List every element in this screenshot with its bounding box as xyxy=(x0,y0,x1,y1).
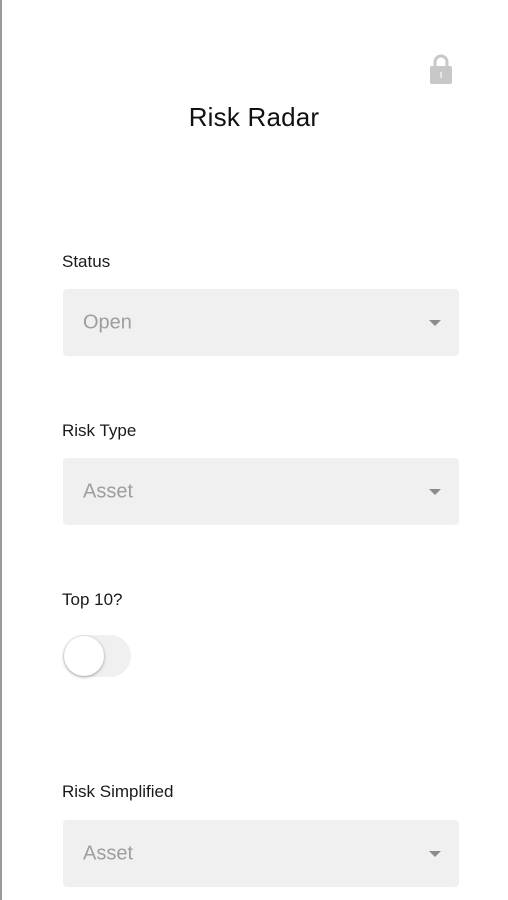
form-page: Risk Radar Status Open Risk Type Asset T… xyxy=(0,0,508,900)
status-dropdown[interactable]: Open xyxy=(63,289,459,356)
status-label: Status xyxy=(62,252,111,271)
caret-down-icon xyxy=(429,850,441,857)
status-value: Open xyxy=(83,311,132,333)
risk-type-dropdown[interactable]: Asset xyxy=(63,458,459,525)
left-border-divider xyxy=(0,0,2,900)
risk-simplified-label: Risk Simplified xyxy=(62,782,174,801)
top10-label: Top 10? xyxy=(62,590,123,609)
risk-type-value: Asset xyxy=(83,480,134,502)
lock-icon[interactable] xyxy=(428,53,454,85)
risk-type-label: Risk Type xyxy=(62,421,137,440)
toggle-knob xyxy=(64,636,104,676)
caret-down-icon xyxy=(429,319,441,326)
risk-simplified-value: Asset xyxy=(83,842,134,864)
caret-down-icon xyxy=(429,488,441,495)
top10-toggle[interactable] xyxy=(63,635,131,677)
page-title: Risk Radar xyxy=(188,102,320,132)
risk-simplified-dropdown[interactable]: Asset xyxy=(63,820,459,887)
